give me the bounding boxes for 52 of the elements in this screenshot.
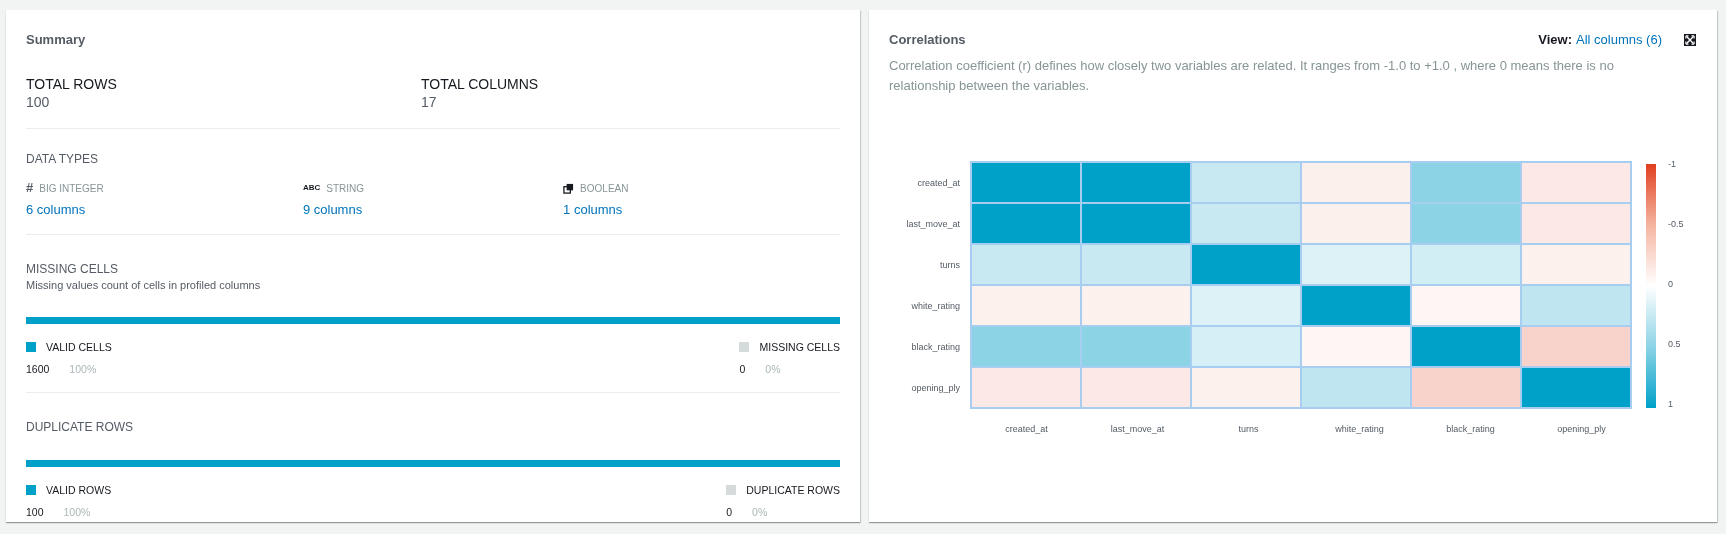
percent-value: 100% [63,505,91,519]
percent-value: 100% [69,362,97,376]
stat-label: TOTAL ROWS [26,76,118,93]
stat-value: 17 [421,93,438,112]
column-label: turns [1237,424,1260,434]
stat-label: TOTAL COLUMNS [421,76,540,93]
row-label: last_move_at [905,218,961,229]
legend-label: VALID ROWS [46,483,112,497]
stacked-squares-icon [563,182,575,194]
columns-link[interactable]: 1 columns [563,201,623,218]
type-label: STRING [326,182,365,194]
type-label: BOOLEAN [580,182,629,194]
legend-label: DUPLICATE ROWS [746,483,840,497]
scale-label: 1 [1668,399,1674,409]
description-text: Correlation coefficient (r) defines how closely two variables are related. It ranges from -1.0 to +1.0 , where 0 means there is no relationship between the variables. [889,57,1615,95]
type-icon: # [26,182,34,194]
type-label: BIG INTEGER [39,182,104,194]
count-value: 0 [739,362,746,376]
column-label: white_rating [1334,424,1385,434]
count-value: 1600 [26,362,50,376]
percent-value: 0% [752,505,768,519]
columns-link[interactable]: 6 columns [26,201,86,218]
row-label: black_rating [910,341,961,352]
row-label: white_rating [910,300,961,311]
row-label: created_at [916,177,961,188]
type-icon: ABC [302,182,321,194]
legend-label: MISSING CELLS [759,340,840,354]
section-title: DUPLICATE ROWS [26,419,135,435]
row-label: turns [939,259,961,270]
percent-value: 0% [765,362,781,376]
legend-label: VALID CELLS [46,340,112,354]
column-label: last_move_at [1109,424,1166,434]
stat-value: 100 [26,93,51,112]
card-title: Summary [26,31,87,49]
scale-label: -0.5 [1668,219,1684,229]
expand-icon[interactable] [1684,33,1696,46]
column-label: opening_ply [1556,424,1607,434]
section-description: Missing values count of cells in profiled columns [26,278,262,293]
scale-label: -1 [1668,159,1677,169]
count-value: 0 [726,505,733,519]
card-title: Correlations [889,31,966,49]
column-label: black_rating [1445,424,1496,434]
count-value: 100 [26,505,44,519]
columns-link[interactable]: 9 columns [302,201,363,218]
scale-label: 0.5 [1668,339,1682,349]
scale-label: 0 [1668,279,1674,289]
row-label: opening_ply [910,382,961,393]
view-label: View: [1538,32,1573,47]
view-link[interactable]: All columns (6) [1576,31,1662,48]
section-title: DATA TYPES [26,151,100,167]
column-label: created_at [1004,424,1049,434]
section-title: MISSING CELLS [26,261,120,277]
